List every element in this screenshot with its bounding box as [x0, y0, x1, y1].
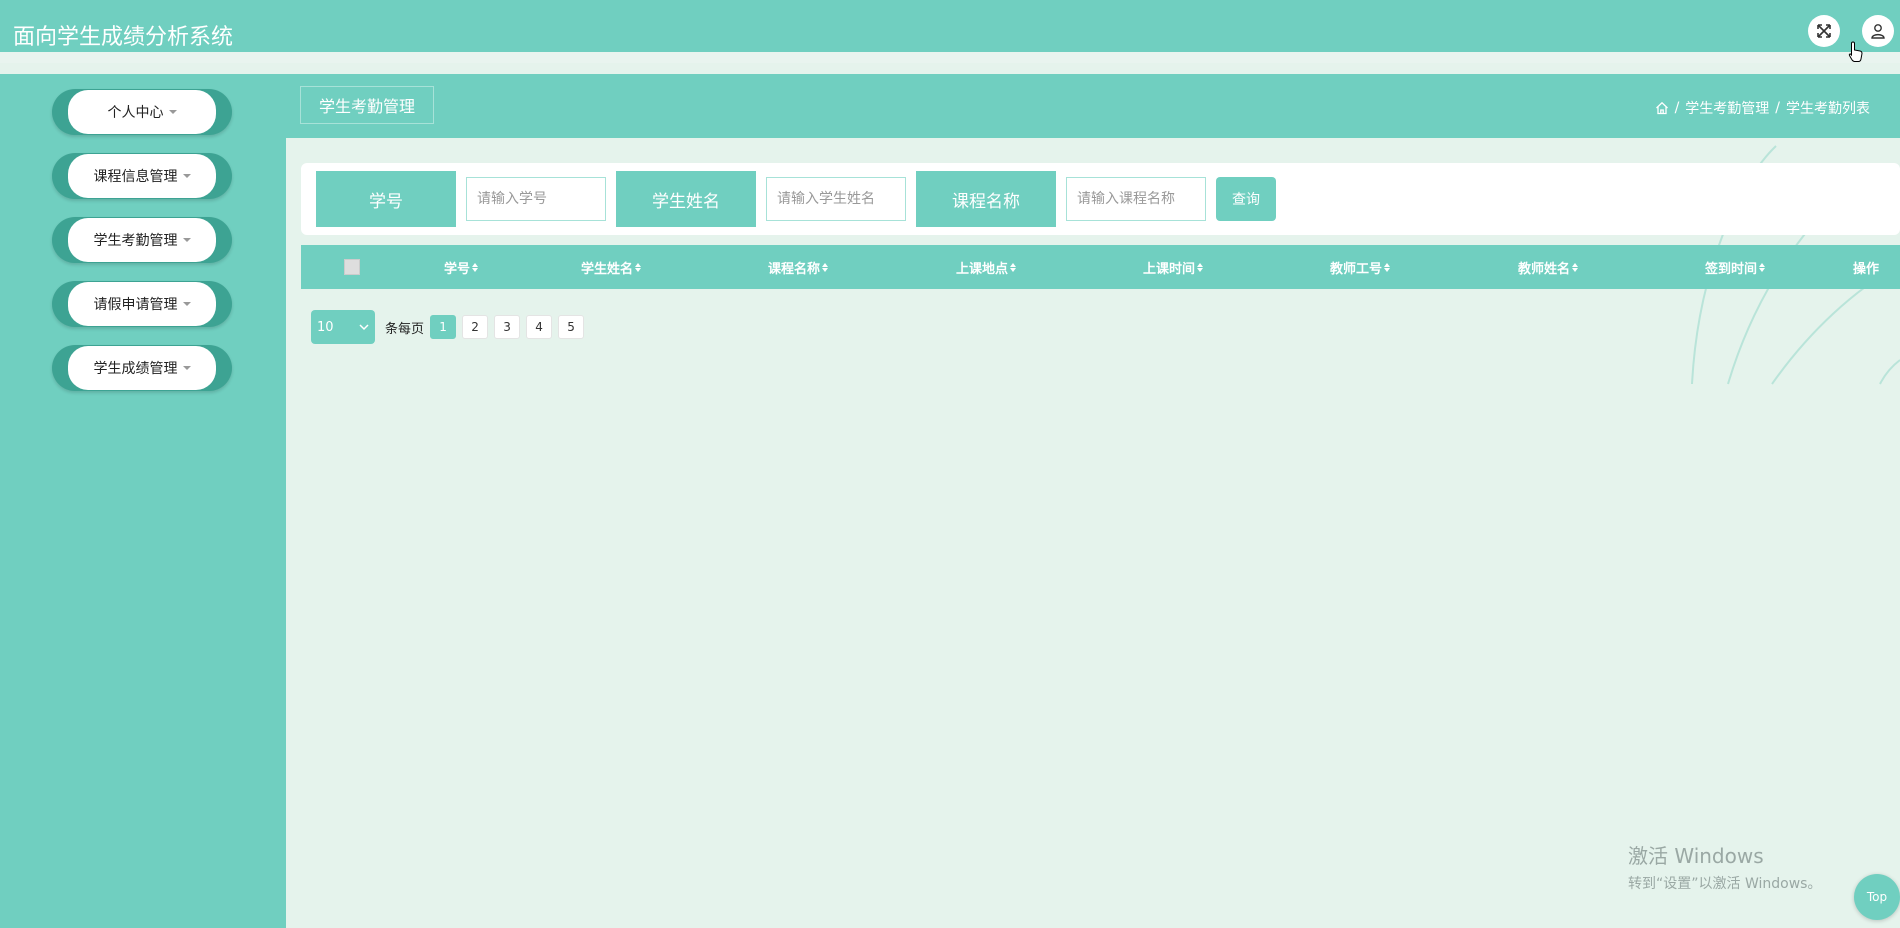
sidebar-item-personal-center[interactable]: 个人中心: [52, 89, 232, 135]
user-button[interactable]: [1862, 15, 1894, 47]
page-title: 学生考勤管理: [300, 86, 434, 124]
sidebar-item-grades[interactable]: 学生成绩管理: [52, 345, 232, 391]
sidebar-item-label: 课程信息管理: [93, 169, 178, 185]
sidebar-item-leave-request[interactable]: 请假申请管理: [52, 281, 232, 327]
sidebar-item-label: 个人中心: [107, 105, 164, 121]
sort-icon: [1759, 262, 1765, 272]
sidebar-item-label: 请假申请管理: [93, 297, 178, 313]
sidebar-item-course-info[interactable]: 课程信息管理: [52, 153, 232, 199]
chevron-down-icon: [359, 324, 369, 331]
page-button-1[interactable]: 1: [430, 315, 457, 339]
sort-icon: [1010, 262, 1016, 272]
column-header-teacher-id[interactable]: 教师工号: [1305, 245, 1415, 289]
page-button-5[interactable]: 5: [558, 315, 585, 339]
page-button-4[interactable]: 4: [526, 315, 553, 339]
caret-down-icon: [182, 302, 191, 306]
page-button-3[interactable]: 3: [494, 315, 521, 339]
column-header-teacher-name[interactable]: 教师姓名: [1493, 245, 1603, 289]
sort-icon: [1384, 262, 1390, 272]
watermark-title: 激活 Windows: [1628, 844, 1764, 868]
caret-down-icon: [182, 238, 191, 242]
user-icon: [1871, 24, 1885, 39]
student-name-label: 学生姓名: [616, 171, 756, 227]
breadcrumb-item: 学生考勤列表: [1786, 101, 1870, 117]
student-id-input[interactable]: [466, 177, 606, 221]
column-header-actions: 操作: [1852, 261, 1879, 277]
top-bar: 面向学生成绩分析系统: [0, 0, 1900, 63]
caret-down-icon: [182, 174, 191, 178]
fullscreen-icon: [1817, 24, 1831, 38]
page-size-select[interactable]: 10: [311, 310, 375, 344]
sidebar-item-label: 学生成绩管理: [93, 361, 178, 377]
mouse-cursor-icon: [1848, 41, 1863, 62]
sort-icon: [472, 262, 478, 272]
app-title: 面向学生成绩分析系统: [13, 25, 234, 50]
sidebar-item-attendance[interactable]: 学生考勤管理: [52, 217, 232, 263]
breadcrumb: / 学生考勤管理 / 学生考勤列表: [1655, 98, 1870, 118]
table-header: 学号 学生姓名 课程名称 上课地点 上课时间 教师工号 教师姓名 签到时间 操作: [301, 245, 1900, 289]
windows-activation-watermark: 激活 Windows 转到“设置”以激活 Windows。: [1628, 840, 1821, 893]
student-id-label: 学号: [316, 171, 456, 227]
breadcrumb-item[interactable]: 学生考勤管理: [1685, 98, 1769, 118]
sidebar-item-label: 学生考勤管理: [93, 233, 178, 249]
breadcrumb-separator: /: [1775, 100, 1780, 116]
page-header: 学生考勤管理 / 学生考勤管理 / 学生考勤列表: [286, 74, 1900, 138]
back-to-top-button[interactable]: Top: [1854, 874, 1900, 920]
column-header-student-name[interactable]: 学生姓名: [556, 245, 666, 289]
sort-icon: [822, 262, 828, 272]
column-header-student-id[interactable]: 学号: [431, 245, 491, 289]
per-page-label: 条每页: [385, 321, 425, 337]
student-name-input[interactable]: [766, 177, 906, 221]
caret-down-icon: [182, 366, 191, 370]
search-button[interactable]: 查询: [1216, 177, 1276, 221]
breadcrumb-separator: /: [1674, 100, 1680, 116]
pagination: 10 条每页 1 2 3 4 5: [311, 310, 585, 344]
fullscreen-button[interactable]: [1808, 15, 1840, 47]
column-header-sign-in-time[interactable]: 签到时间: [1680, 245, 1790, 289]
search-panel: 学号 学生姓名 课程名称 查询: [301, 163, 1900, 235]
select-all-checkbox[interactable]: [344, 259, 360, 275]
home-icon[interactable]: [1655, 101, 1669, 115]
sort-icon: [635, 262, 641, 272]
caret-down-icon: [168, 110, 177, 114]
course-name-label: 课程名称: [916, 171, 1056, 227]
watermark-subtitle: 转到“设置”以激活 Windows。: [1628, 876, 1822, 892]
sort-icon: [1572, 262, 1578, 272]
column-header-location[interactable]: 上课地点: [931, 245, 1041, 289]
page-button-2[interactable]: 2: [462, 315, 489, 339]
sidebar: 个人中心 课程信息管理 学生考勤管理 请假申请管理 学生成绩管理: [0, 74, 286, 928]
column-header-course-name[interactable]: 课程名称: [743, 245, 853, 289]
sort-icon: [1197, 262, 1203, 272]
course-name-input[interactable]: [1066, 177, 1206, 221]
column-header-class-time[interactable]: 上课时间: [1118, 245, 1228, 289]
